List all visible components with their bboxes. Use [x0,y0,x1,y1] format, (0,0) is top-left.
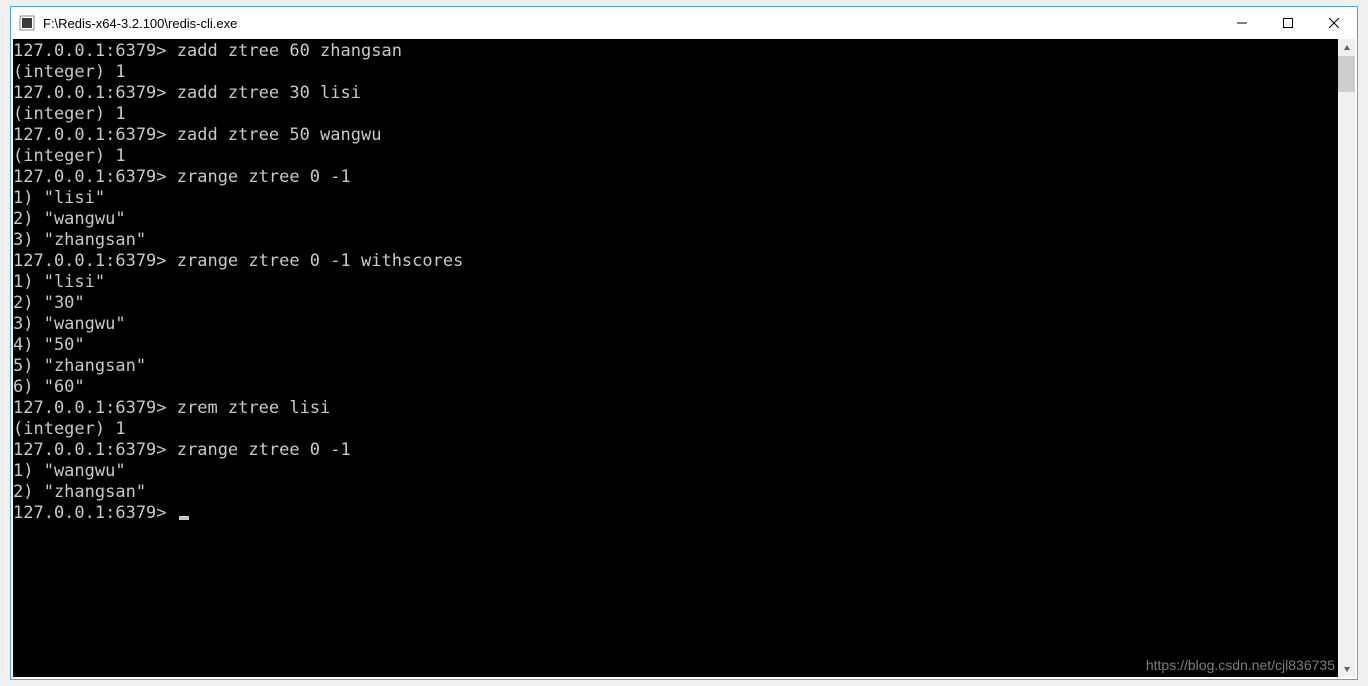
terminal-line: 2) "30" [13,293,1338,314]
terminal-prompt: 127.0.0.1:6379> [13,503,177,523]
app-window: F:\Redis-x64-3.2.100\redis-cli.exe 127.0… [10,6,1358,680]
scroll-up-button[interactable] [1338,39,1355,56]
terminal-line: 1) "lisi" [13,272,1338,293]
terminal-line: 3) "zhangsan" [13,230,1338,251]
scrollbar[interactable] [1338,39,1355,677]
maximize-button[interactable] [1265,7,1311,39]
terminal-line: 5) "zhangsan" [13,356,1338,377]
terminal-line: 1) "lisi" [13,188,1338,209]
terminal-line: (integer) 1 [13,146,1338,167]
terminal-line: 127.0.0.1:6379> zadd ztree 50 wangwu [13,125,1338,146]
terminal[interactable]: 127.0.0.1:6379> zadd ztree 60 zhangsan(i… [13,39,1338,677]
terminal-wrap: 127.0.0.1:6379> zadd ztree 60 zhangsan(i… [13,39,1355,677]
terminal-line: 2) "zhangsan" [13,482,1338,503]
terminal-line: 127.0.0.1:6379> zrange ztree 0 -1 withsc… [13,251,1338,272]
terminal-line: 127.0.0.1:6379> zrem ztree lisi [13,398,1338,419]
terminal-line: 127.0.0.1:6379> zadd ztree 30 lisi [13,83,1338,104]
scrollbar-thumb[interactable] [1338,56,1355,92]
terminal-line: 1) "wangwu" [13,461,1338,482]
close-button[interactable] [1311,7,1357,39]
app-icon [19,15,35,31]
scrollbar-track[interactable] [1338,56,1355,660]
terminal-line: 2) "wangwu" [13,209,1338,230]
window-controls [1219,7,1357,39]
terminal-prompt-line[interactable]: 127.0.0.1:6379> [13,503,1338,524]
terminal-line: (integer) 1 [13,62,1338,83]
terminal-line: 3) "wangwu" [13,314,1338,335]
terminal-line: 6) "60" [13,377,1338,398]
titlebar[interactable]: F:\Redis-x64-3.2.100\redis-cli.exe [11,7,1357,39]
window-title: F:\Redis-x64-3.2.100\redis-cli.exe [43,16,1219,31]
terminal-line: 4) "50" [13,335,1338,356]
scroll-down-button[interactable] [1338,660,1355,677]
terminal-line: (integer) 1 [13,104,1338,125]
terminal-line: 127.0.0.1:6379> zrange ztree 0 -1 [13,440,1338,461]
terminal-cursor [179,516,189,520]
terminal-line: 127.0.0.1:6379> zadd ztree 60 zhangsan [13,41,1338,62]
terminal-line: (integer) 1 [13,419,1338,440]
minimize-button[interactable] [1219,7,1265,39]
terminal-line: 127.0.0.1:6379> zrange ztree 0 -1 [13,167,1338,188]
